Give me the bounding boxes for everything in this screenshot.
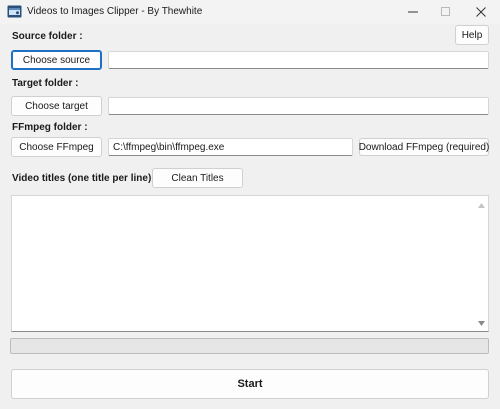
video-titles-label: Video titles (one title per line): [12, 173, 155, 184]
ffmpeg-folder-label: FFmpeg folder : [12, 122, 88, 133]
start-button[interactable]: Start [11, 369, 489, 399]
minimize-icon [407, 7, 418, 17]
close-icon [475, 7, 486, 17]
clean-titles-button[interactable]: Clean Titles [152, 168, 243, 188]
help-button[interactable]: Help [455, 25, 489, 45]
target-path-input[interactable] [108, 97, 489, 115]
maximize-button[interactable] [429, 0, 462, 24]
source-path-input[interactable] [108, 51, 489, 69]
minimize-button[interactable] [396, 0, 429, 24]
progress-bar [10, 338, 489, 354]
download-ffmpeg-button[interactable]: Download FFmpeg (required) [359, 138, 489, 156]
choose-source-button[interactable]: Choose source [11, 50, 102, 70]
target-folder-label: Target folder : [12, 78, 79, 89]
close-button[interactable] [464, 0, 497, 24]
video-titles-textarea[interactable] [11, 195, 489, 332]
ffmpeg-path-input[interactable]: C:\ffmpeg\bin\ffmpeg.exe [108, 138, 353, 156]
scroll-up-arrow-icon[interactable] [477, 201, 485, 209]
window-title: Videos to Images Clipper - By Thewhite [27, 6, 203, 17]
choose-ffmpeg-button[interactable]: Choose FFmpeg [11, 137, 102, 157]
scroll-down-arrow-icon[interactable] [477, 319, 485, 327]
film-clapper-icon [7, 5, 22, 18]
title-bar: Videos to Images Clipper - By Thewhite [0, 0, 500, 24]
source-folder-label: Source folder : [12, 31, 83, 42]
app-window: Videos to Images Clipper - By Thewhite S… [0, 0, 500, 409]
choose-target-button[interactable]: Choose target [11, 96, 102, 116]
maximize-icon [440, 7, 451, 17]
